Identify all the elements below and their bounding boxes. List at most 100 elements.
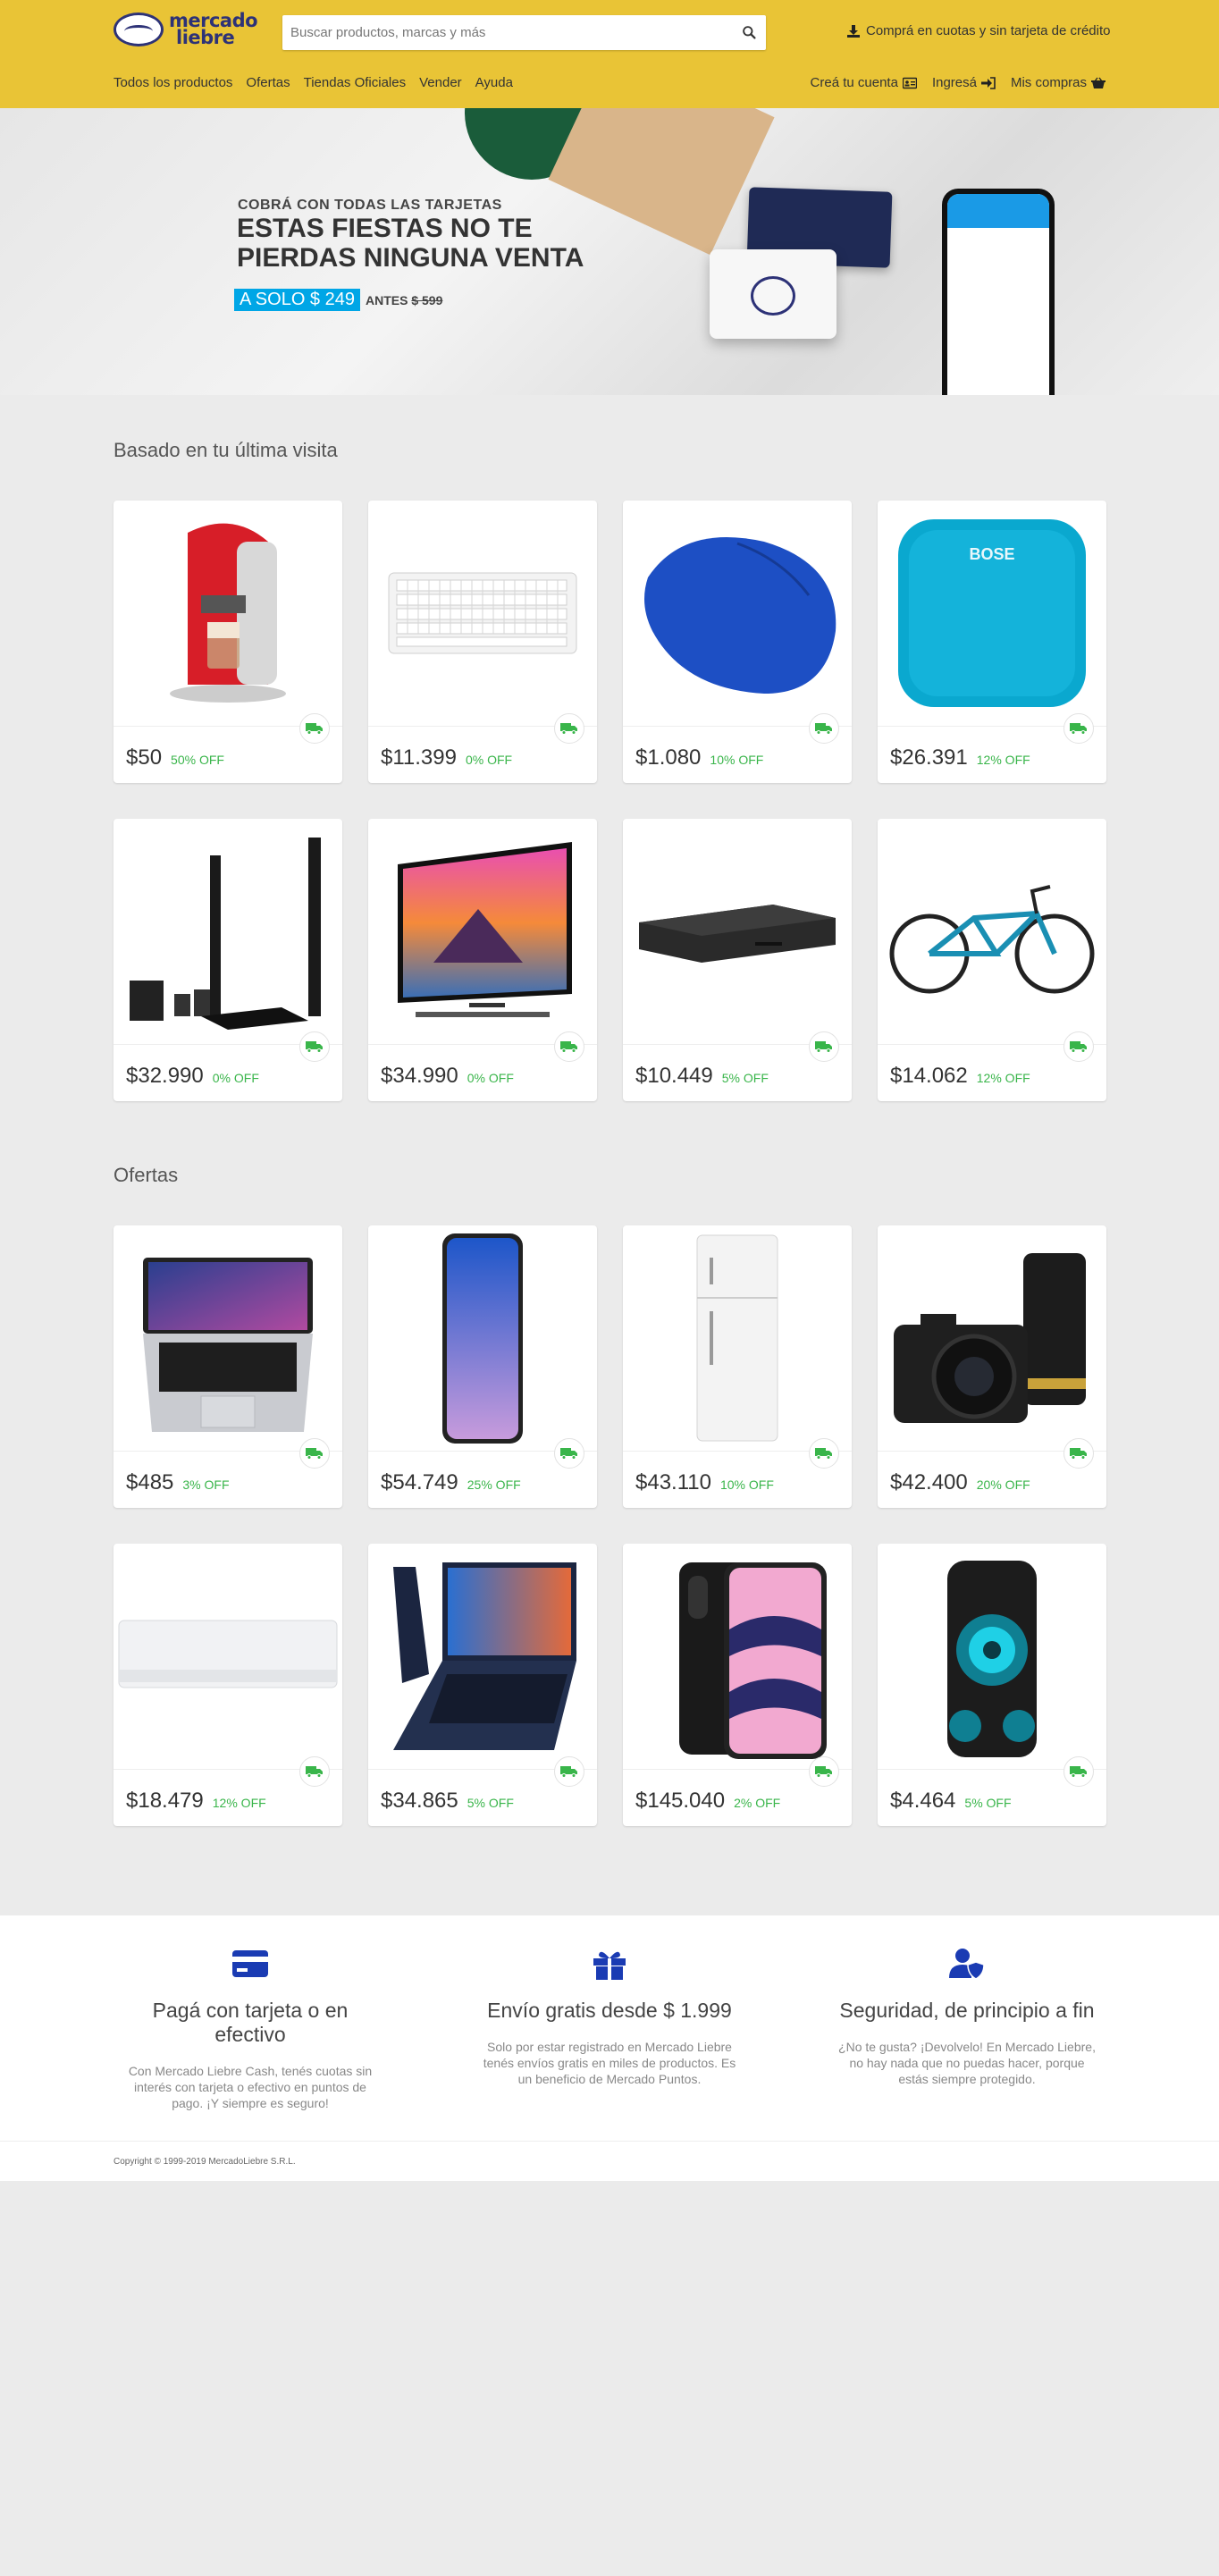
header: mercado liebre Comprá en cuotas y sin ta… bbox=[0, 0, 1219, 108]
product-price: $43.110 bbox=[635, 1470, 711, 1494]
product-card[interactable]: $32.990 0% OFF bbox=[113, 819, 342, 1101]
promo-banner[interactable]: COBRÁ CON TODAS LAS TARJETAS ESTAS FIEST… bbox=[0, 108, 1219, 395]
installments-promo[interactable]: Comprá en cuotas y sin tarjeta de crédit… bbox=[846, 23, 1110, 38]
phone-app-bar bbox=[947, 194, 1049, 228]
product-discount: 25% OFF bbox=[467, 1477, 521, 1492]
product-card[interactable]: $34.990 0% OFF bbox=[368, 819, 597, 1101]
product-card[interactable]: $485 3% OFF bbox=[113, 1225, 342, 1508]
product-card[interactable]: $10.449 5% OFF bbox=[623, 819, 852, 1101]
banner-title-line-1: ESTAS FIESTAS NO TE bbox=[237, 214, 533, 243]
keyboard-icon bbox=[368, 501, 597, 726]
product-price-row: $32.990 0% OFF bbox=[126, 1064, 259, 1089]
nav-official-stores[interactable]: Tiendas Oficiales bbox=[304, 75, 407, 90]
product-card[interactable]: $14.062 12% OFF bbox=[878, 819, 1106, 1101]
login-link[interactable]: Ingresá bbox=[932, 75, 996, 90]
banner-title: ESTAS FIESTAS NO TE PIERDAS NINGUNA VENT… bbox=[237, 214, 666, 273]
product-card[interactable]: $11.399 0% OFF bbox=[368, 501, 597, 783]
product-discount: 0% OFF bbox=[467, 1071, 514, 1085]
product-card[interactable]: $50 50% OFF bbox=[113, 501, 342, 783]
product-price: $11.399 bbox=[381, 745, 457, 770]
product-price-row: $10.449 5% OFF bbox=[635, 1064, 769, 1089]
product-card[interactable]: $4.464 5% OFF bbox=[878, 1544, 1106, 1826]
benefit-text: Con Mercado Liebre Cash, tenés cuotas si… bbox=[128, 2064, 373, 2110]
product-price: $54.749 bbox=[381, 1470, 458, 1494]
product-price: $42.400 bbox=[890, 1470, 968, 1494]
search-icon[interactable] bbox=[742, 25, 757, 40]
footer: Copyright © 1999-2019 MercadoLiebre S.R.… bbox=[0, 2141, 1219, 2181]
party-speaker-icon bbox=[878, 1544, 1106, 1769]
nav-all-products[interactable]: Todos los productos bbox=[113, 75, 232, 90]
speaker-icon: BOSE bbox=[878, 501, 1106, 726]
benefit-security: Seguridad, de principio a fin ¿No te gus… bbox=[833, 1948, 1101, 2087]
product-discount: 3% OFF bbox=[182, 1477, 230, 1492]
copyright: Copyright © 1999-2019 MercadoLiebre S.R.… bbox=[113, 2157, 296, 2167]
refrigerator-icon bbox=[623, 1225, 852, 1451]
free-shipping-icon bbox=[554, 1438, 584, 1469]
smartphone-icon bbox=[368, 1225, 597, 1451]
mercadopago-logo bbox=[751, 276, 795, 316]
phone-image bbox=[942, 189, 1055, 395]
product-price: $14.062 bbox=[890, 1064, 968, 1088]
product-price: $18.479 bbox=[126, 1789, 204, 1813]
account-nav: Creá tu cuenta Ingresá Mis compras bbox=[811, 75, 1106, 90]
logo-text: mercado liebre bbox=[169, 12, 258, 47]
product-discount: 0% OFF bbox=[212, 1071, 259, 1085]
free-shipping-icon bbox=[554, 1756, 584, 1787]
product-price-row: $14.062 12% OFF bbox=[890, 1064, 1030, 1089]
product-price-row: $34.865 5% OFF bbox=[381, 1789, 514, 1814]
product-grid-offers: $485 3% OFF $54.749 25% OFF $43.110 10% … bbox=[113, 1225, 1106, 1826]
nav-offers[interactable]: Ofertas bbox=[246, 75, 290, 90]
product-price-row: $42.400 20% OFF bbox=[890, 1470, 1030, 1495]
product-card[interactable]: BOSE $26.391 12% OFF bbox=[878, 501, 1106, 783]
product-price-row: $50 50% OFF bbox=[126, 745, 224, 770]
benefit-title: Pagá con tarjeta o en efectivo bbox=[152, 1999, 349, 2046]
tv-icon bbox=[368, 819, 597, 1044]
nav-sell[interactable]: Vender bbox=[419, 75, 462, 90]
product-card[interactable]: $43.110 10% OFF bbox=[623, 1225, 852, 1508]
id-card-icon bbox=[902, 77, 917, 88]
bluray-player-icon bbox=[623, 819, 852, 1044]
product-card[interactable]: $42.400 20% OFF bbox=[878, 1225, 1106, 1508]
product-discount: 5% OFF bbox=[467, 1796, 514, 1810]
iphone-icon bbox=[623, 1544, 852, 1769]
product-card[interactable]: $145.040 2% OFF bbox=[623, 1544, 852, 1826]
mouse-icon bbox=[623, 501, 852, 726]
banner-kicker: COBRÁ CON TODAS LAS TARJETAS bbox=[238, 198, 502, 213]
product-price-row: $43.110 10% OFF bbox=[635, 1470, 774, 1495]
product-discount: 5% OFF bbox=[721, 1071, 769, 1085]
product-price-row: $11.399 0% OFF bbox=[381, 745, 512, 770]
free-shipping-icon bbox=[299, 1031, 330, 1062]
product-price: $50 bbox=[126, 745, 163, 770]
product-price-row: $145.040 2% OFF bbox=[635, 1789, 780, 1814]
product-card[interactable]: $54.749 25% OFF bbox=[368, 1225, 597, 1508]
nav-help[interactable]: Ayuda bbox=[475, 75, 513, 90]
register-link[interactable]: Creá tu cuenta bbox=[811, 75, 917, 90]
free-shipping-icon bbox=[554, 713, 584, 744]
product-card[interactable]: $34.865 5% OFF bbox=[368, 1544, 597, 1826]
benefit-payment: Pagá con tarjeta o en efectivo Con Merca… bbox=[116, 1948, 384, 2111]
search-input[interactable] bbox=[282, 15, 720, 50]
product-card[interactable]: $18.479 12% OFF bbox=[113, 1544, 342, 1826]
product-discount: 12% OFF bbox=[212, 1796, 266, 1810]
product-price-row: $26.391 12% OFF bbox=[890, 745, 1030, 770]
free-shipping-icon bbox=[809, 1031, 839, 1062]
benefits-section: Pagá con tarjeta o en efectivo Con Merca… bbox=[0, 1915, 1219, 2141]
product-discount: 12% OFF bbox=[976, 1071, 1030, 1085]
main-nav: Todos los productos Ofertas Tiendas Ofic… bbox=[113, 75, 513, 90]
basket-icon bbox=[1091, 77, 1106, 88]
camera-icon bbox=[878, 1225, 1106, 1451]
product-discount: 5% OFF bbox=[964, 1796, 1012, 1810]
product-price: $485 bbox=[126, 1470, 174, 1494]
banner-before-value: $ 599 bbox=[411, 292, 443, 307]
purchases-link[interactable]: Mis compras bbox=[1011, 75, 1106, 90]
logo[interactable]: mercado liebre bbox=[113, 12, 258, 47]
notebook-icon bbox=[368, 1544, 597, 1769]
product-price-row: $18.479 12% OFF bbox=[126, 1789, 266, 1814]
point-device-image bbox=[710, 249, 836, 339]
free-shipping-icon bbox=[299, 1756, 330, 1787]
product-card[interactable]: $1.080 10% OFF bbox=[623, 501, 852, 783]
benefit-title: Envío gratis desde $ 1.999 bbox=[487, 1999, 732, 2022]
product-discount: 12% OFF bbox=[976, 753, 1030, 767]
product-price-row: $4.464 5% OFF bbox=[890, 1789, 1012, 1814]
free-shipping-icon bbox=[1063, 1031, 1094, 1062]
